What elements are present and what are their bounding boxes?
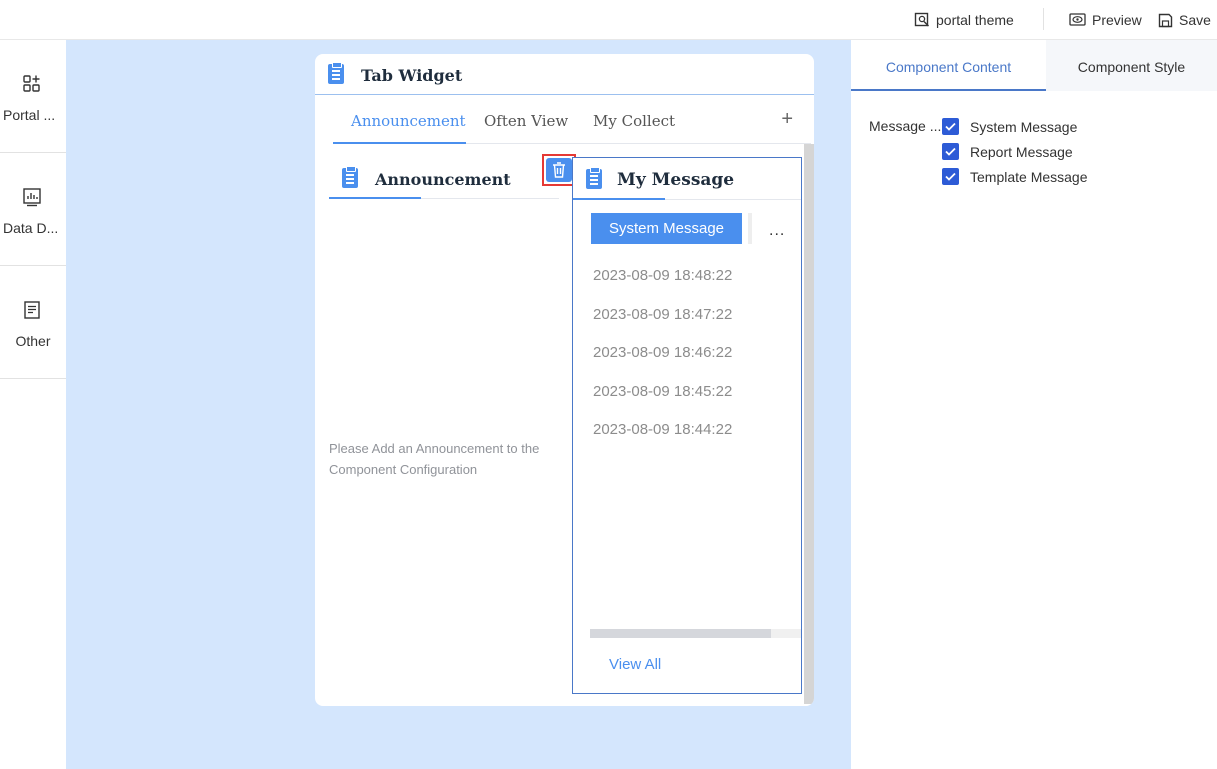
tab-component-content[interactable]: Component Content [851, 40, 1046, 91]
clipboard-icon [328, 62, 344, 84]
panel-title-underline [329, 197, 421, 199]
message-item[interactable]: 2023-08-09 18:44:22 [593, 421, 732, 438]
message-item[interactable]: 2023-08-09 18:47:22 [593, 306, 732, 323]
delete-component-button[interactable] [542, 154, 576, 186]
active-tab-indicator [333, 142, 466, 144]
add-component-icon [23, 75, 40, 92]
option-label: Report Message [970, 143, 1073, 160]
config-panel: Component Content Component Style Messag… [851, 40, 1217, 769]
checkbox-checked-icon[interactable] [942, 168, 959, 185]
widget-title: Tab Widget [361, 66, 463, 85]
sidebar-item-label: Data D... [3, 220, 59, 236]
widget-header: Tab Widget [315, 54, 814, 95]
portal-theme-label: portal theme [936, 12, 1014, 28]
eye-icon [1069, 13, 1086, 26]
sidebar-item-label: Other [15, 333, 51, 349]
my-message-panel[interactable]: My Message System Message ... 2023-08-09… [572, 157, 802, 694]
checkbox-checked-icon[interactable] [942, 118, 959, 135]
option-label: Template Message [970, 168, 1088, 185]
preview-button[interactable]: Preview [1069, 12, 1142, 28]
tab-edge [748, 213, 752, 244]
option-template-message[interactable]: Template Message [942, 168, 1088, 185]
panel-title-underline [573, 198, 665, 200]
bar-chart-icon [23, 188, 41, 207]
save-button[interactable]: Save [1158, 12, 1211, 28]
clipboard-icon [586, 167, 602, 189]
sidebar-item-other[interactable]: Other [0, 266, 66, 379]
announcement-header: Announcement [329, 158, 559, 199]
empty-announcement-note: Please Add an Announcement to the Compon… [329, 441, 540, 477]
preview-label: Preview [1092, 12, 1142, 28]
option-system-message[interactable]: System Message [942, 118, 1077, 135]
save-label: Save [1179, 12, 1211, 28]
component-sidebar: Portal ... Data D... Other [0, 40, 66, 769]
option-report-message[interactable]: Report Message [942, 143, 1073, 160]
view-all-link[interactable]: View All [609, 656, 661, 673]
announcement-panel[interactable]: Announcement Please Add an Announcement … [329, 158, 559, 703]
sidebar-item-portal[interactable]: Portal ... [0, 40, 66, 153]
sidebar-item-data[interactable]: Data D... [0, 153, 66, 266]
clipboard-icon [342, 166, 358, 188]
checkbox-checked-icon[interactable] [942, 143, 959, 160]
vertical-scrollbar[interactable] [804, 144, 814, 704]
config-tab-bar: Component Content Component Style [851, 40, 1217, 91]
announcement-title: Announcement [375, 170, 511, 189]
trash-icon [546, 158, 572, 182]
message-item[interactable]: 2023-08-09 18:45:22 [593, 383, 732, 400]
option-label: System Message [970, 118, 1078, 135]
portal-theme-button[interactable]: portal theme [914, 12, 1014, 28]
tab-component-style[interactable]: Component Style [1046, 40, 1217, 91]
tab-my-collect[interactable]: My Collect [593, 112, 675, 130]
tab-often-view[interactable]: Often View [484, 112, 568, 130]
save-icon [1158, 13, 1173, 27]
message-item[interactable]: 2023-08-09 18:48:22 [593, 267, 732, 284]
more-button[interactable]: ... [769, 222, 785, 240]
tab-announcement[interactable]: Announcement [351, 112, 466, 130]
my-message-title: My Message [617, 170, 735, 190]
top-toolbar: portal theme Preview Save [0, 0, 1217, 40]
add-tab-button[interactable]: + [781, 108, 793, 131]
my-message-header: My Message [573, 158, 801, 200]
system-message-tab[interactable]: System Message [591, 213, 742, 244]
theme-icon [914, 12, 929, 27]
widget-tab-bar: Announcement Often View My Collect + [333, 98, 811, 144]
document-icon [24, 301, 40, 319]
horizontal-scrollbar[interactable] [590, 629, 771, 638]
message-item[interactable]: 2023-08-09 18:46:22 [593, 344, 732, 361]
toolbar-divider [1043, 8, 1044, 30]
message-field-label: Message ... [869, 118, 942, 134]
sidebar-item-label: Portal ... [3, 107, 56, 123]
